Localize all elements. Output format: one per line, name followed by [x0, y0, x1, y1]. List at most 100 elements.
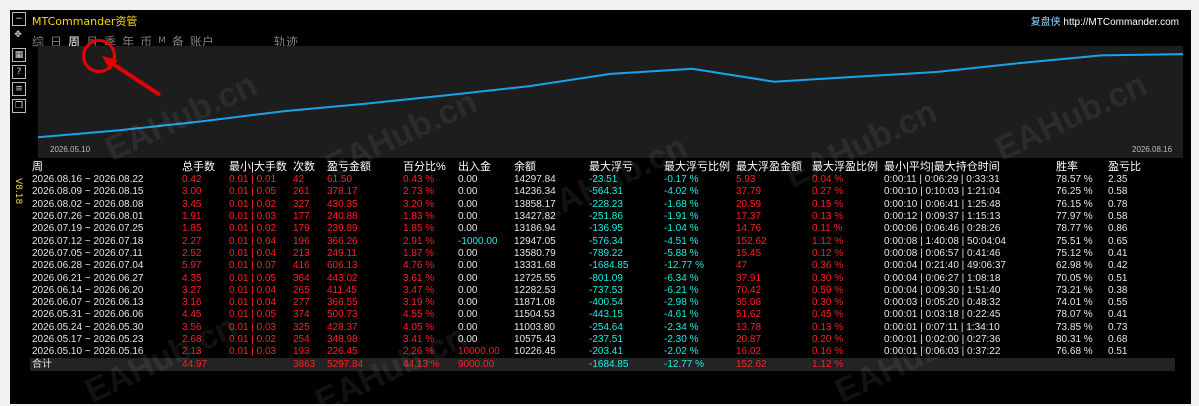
table-row[interactable]: 2026.07.19 ~ 2026.07.25 1.85 0.01 | 0.02 17…: [30, 223, 1175, 235]
cell-profit-loss-ratio: 0.51: [1108, 272, 1128, 284]
cell-pnl-amount: 61.50: [327, 174, 353, 186]
cell-max-floating-profit-ratio: 0.59 %: [812, 284, 844, 296]
table-row[interactable]: 2026.05.10 ~ 2026.05.16 2.13 0.01 | 0.03 19…: [30, 346, 1175, 358]
column-header-period[interactable]: 周: [30, 158, 180, 174]
cell-max-drawdown-ratio: -12.77 %: [664, 260, 705, 272]
column-header-total-lots[interactable]: 总手数: [180, 158, 227, 174]
cell-balance: 13186.94: [514, 223, 556, 235]
table-row[interactable]: 2026.08.02 ~ 2026.08.08 3.45 0.01 | 0.02 32…: [30, 199, 1175, 211]
column-header-win-rate[interactable]: 胜率: [1054, 158, 1106, 174]
column-header-balance[interactable]: 余额: [512, 158, 587, 174]
cell-profit-loss-ratio: 0.65: [1108, 235, 1128, 247]
cell-total-lots: 3.00: [182, 186, 202, 198]
cell-pnl-amount: 348.98: [327, 334, 358, 345]
cell-profit-loss-ratio: 0.38: [1108, 284, 1128, 296]
cell-min-max-lots: 0.01 | 0.04: [229, 284, 277, 296]
table-row[interactable]: 2026.06.07 ~ 2026.06.13 3.16 0.01 | 0.04 27…: [30, 297, 1175, 309]
cell-deposit-withdraw: 0.00: [458, 186, 478, 198]
cell-total-lots: 1.85: [182, 223, 202, 235]
cell-pnl-amount: 378.17: [327, 186, 358, 198]
table-row[interactable]: 2026.06.21 ~ 2026.06.27 4.35 0.01 | 0.05 36…: [30, 272, 1175, 284]
cell-max-floating-profit-ratio: 0.04 %: [812, 174, 844, 186]
cell-hold-time: 0:00:04 | 0:21:40 | 49:06:37: [884, 260, 1006, 272]
cell-max-drawdown: -443.15: [589, 309, 623, 321]
cell-pnl-amount: 366.26: [327, 235, 358, 247]
column-header-profit-loss-ratio[interactable]: 盈亏比: [1106, 158, 1175, 174]
cell-pnl-percent: 1.83 %: [403, 211, 435, 223]
cell-max-floating-profit: 13.78: [736, 321, 762, 333]
table-row[interactable]: 2026.07.12 ~ 2026.07.18 2.27 0.01 | 0.04 19…: [30, 235, 1175, 247]
table-row[interactable]: 2026.07.26 ~ 2026.08.01 1.91 0.01 | 0.03 17…: [30, 211, 1175, 223]
equity-point: [691, 67, 694, 70]
cell-profit-loss-ratio: 0.41: [1108, 247, 1128, 259]
cell-profit-loss-ratio: 0.42: [1108, 260, 1128, 272]
column-header-max-drawdown-ratio[interactable]: 最大浮亏比例: [662, 158, 734, 174]
cell-total-lots: 2.27: [182, 235, 202, 247]
chart-start-date: 2026.05.10: [50, 145, 91, 154]
column-header-max-floating-profit-ratio[interactable]: 最大浮盈比例: [810, 158, 882, 174]
cell-hold-time: 0:00:08 | 1:40:08 | 50:04:04: [884, 235, 1006, 247]
cell-total-lots: 2.13: [182, 346, 202, 358]
cell-win-rate: 76.25 %: [1056, 186, 1093, 198]
cell-trade-count: 179: [293, 223, 310, 235]
cell-deposit-withdraw: 0.00: [458, 272, 478, 284]
cell-hold-time: 0:00:01 | 0:03:18 | 0:22:45: [884, 309, 1001, 321]
cell-win-rate: 73.21 %: [1056, 284, 1093, 296]
cell-max-drawdown-ratio: -2.02 %: [664, 346, 699, 358]
cell-pnl-amount: 240.88: [327, 211, 358, 223]
column-header-trade-count[interactable]: 次数: [291, 158, 325, 174]
cell-period: 2026.05.17 ~ 2026.05.23: [32, 334, 144, 345]
column-header-min-max-lots[interactable]: 最小|大手数: [227, 158, 291, 174]
cell-win-rate: 77.97 %: [1056, 211, 1093, 223]
cell-trade-count: 364: [293, 272, 310, 284]
cell-max-drawdown: -254.64: [589, 321, 623, 333]
table-row[interactable]: 2026.08.16 ~ 2026.08.22 0.42 0.01 | 0.01 42…: [30, 174, 1175, 186]
table-row[interactable]: 2026.05.17 ~ 2026.05.23 2.68 0.01 | 0.02 25…: [30, 334, 1175, 346]
cell-max-drawdown: -576.34: [589, 235, 623, 247]
column-header-pnl-percent[interactable]: 百分比%: [401, 158, 456, 174]
cell-win-rate: 75.51 %: [1056, 235, 1093, 247]
column-header-max-floating-profit[interactable]: 最大浮盈金额: [734, 158, 810, 174]
cell-balance: 13858.17: [514, 198, 556, 210]
cell-max-drawdown: -251.86: [589, 211, 623, 223]
cell-trade-count: 196: [293, 235, 310, 247]
cell-max-drawdown: -737.53: [589, 284, 623, 296]
table-header-row: 周总手数 最小|大手数 次数 盈亏金额 百分比% 出入金 余额 最大浮亏 最大浮亏比例 最大浮盈金…: [30, 158, 1175, 174]
brand-link[interactable]: 复盘侠 http://MTCommander.com: [1031, 13, 1179, 28]
cell-period: 2026.07.19 ~ 2026.07.25: [32, 223, 144, 235]
cell-deposit-withdraw: 9000.00: [456, 358, 512, 371]
cell-pnl-amount: 443.02: [327, 272, 358, 284]
cell-max-drawdown-ratio: -4.51 %: [664, 235, 699, 247]
table-row[interactable]: 2026.05.24 ~ 2026.05.30 3.56 0.01 | 0.03 32…: [30, 322, 1175, 334]
cell-hold-time: 0:00:04 | 0:09:30 | 1:51:40: [884, 284, 1001, 296]
cell-deposit-withdraw: 0.00: [458, 284, 478, 296]
cell-period: 2026.07.12 ~ 2026.07.18: [32, 235, 144, 247]
column-header-max-drawdown[interactable]: 最大浮亏: [587, 158, 662, 174]
cell-max-floating-profit-ratio: 0.15 %: [812, 198, 844, 210]
cell-total-lots: 2.68: [182, 334, 202, 345]
table-row[interactable]: 2026.05.31 ~ 2026.06.06 4.45 0.01 | 0.05 37…: [30, 309, 1175, 321]
table-row[interactable]: 2026.08.09 ~ 2026.08.15 3.00 0.01 | 0.05 26…: [30, 186, 1175, 198]
cell-pnl-percent: 0.43 %: [403, 174, 435, 186]
cell-total-lots: 3.16: [182, 297, 202, 309]
table-row[interactable]: 2026.06.28 ~ 2026.07.04 5.97 0.01 | 0.07 41…: [30, 260, 1175, 272]
cell-trade-count: 193: [293, 346, 310, 358]
cell-max-drawdown: -136.95: [589, 223, 623, 235]
cell-total-lots: 4.45: [182, 309, 202, 321]
cell-profit-loss-ratio: 0.41: [1108, 309, 1128, 321]
table-row[interactable]: 2026.06.14 ~ 2026.06.20 3.27 0.01 | 0.04 26…: [30, 285, 1175, 297]
cell-trade-count: 416: [293, 260, 310, 272]
column-header-pnl-amount[interactable]: 盈亏金额: [325, 158, 401, 174]
cell-max-floating-profit-ratio: 1.12 %: [810, 358, 882, 371]
cell-win-rate: 76.15 %: [1056, 198, 1093, 210]
column-header-deposit-withdraw[interactable]: 出入金: [456, 158, 512, 174]
cell-balance: 12947.05: [514, 235, 556, 247]
cell-max-floating-profit-ratio: 0.11 %: [812, 223, 843, 235]
cell-max-drawdown: -203.41: [589, 346, 623, 358]
column-header-hold-time[interactable]: 最小|平均|最大持仓时间: [882, 158, 1054, 174]
equity-point: [1100, 54, 1103, 57]
cell-hold-time: 0:00:10 | 0:10:03 | 1:21:04: [884, 186, 1001, 198]
cell-hold-time: 0:00:10 | 0:06:41 | 1:25:48: [884, 198, 1001, 210]
table-row[interactable]: 2026.07.05 ~ 2026.07.11 2.52 0.01 | 0.04 21…: [30, 248, 1175, 260]
table-total-row[interactable]: 合计 44.97 3863 5297.84 44.13 % 9000.00 -1684.85…: [30, 358, 1175, 371]
